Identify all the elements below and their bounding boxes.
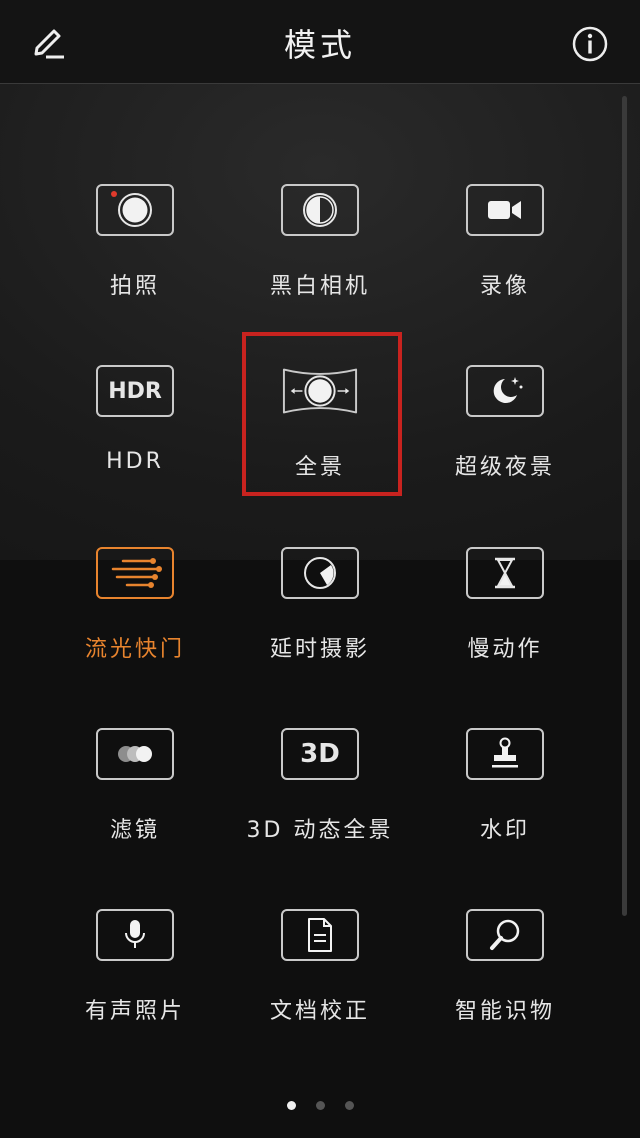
mode-object-recognition-icon-box [466, 909, 544, 961]
mode-label: 黑白相机 [269, 274, 370, 299]
mode-slow-motion[interactable]: 慢动作 [413, 547, 597, 677]
mode-label: 拍照 [109, 274, 160, 299]
mode-video[interactable]: 录像 [413, 184, 597, 314]
mode-slow-motion-icon-box [466, 547, 544, 599]
mode-super-night-icon-box [466, 365, 544, 417]
mode-light-trails-icon-box [96, 547, 174, 599]
mode-monochrome-icon-box [281, 184, 359, 236]
mode-super-night[interactable]: 超级夜景 [413, 365, 597, 495]
light-trails-icon [111, 558, 162, 588]
mode-label: 流光快门 [84, 637, 185, 662]
mode-hdr-icon-box: HDR [96, 365, 174, 417]
page-indicator [0, 1101, 640, 1115]
scrollbar[interactable] [622, 96, 627, 916]
mode-watermark[interactable]: 水印 [413, 728, 597, 858]
mode-photo[interactable]: 拍照 [43, 184, 227, 314]
timelapse-icon [304, 557, 336, 589]
mode-timelapse[interactable]: 延时摄影 [228, 547, 412, 677]
mode-label: 智能识物 [454, 999, 555, 1024]
mode-light-trails[interactable]: 流光快门 [43, 547, 227, 677]
mode-filter[interactable]: 滤镜 [43, 728, 227, 858]
night-moon-icon [493, 377, 523, 403]
hdr-icon: HDR [108, 378, 162, 404]
mode-label: 慢动作 [467, 637, 543, 662]
page-dot-1[interactable] [286, 1101, 296, 1110]
mode-watermark-icon-box [466, 728, 544, 780]
mode-filter-icon-box [96, 728, 174, 780]
mode-object-recognition[interactable]: 智能识物 [413, 909, 597, 1039]
watermark-stamp-icon [492, 737, 518, 768]
filter-icon [118, 746, 152, 762]
mode-document-correction-icon-box [281, 909, 359, 961]
mode-video-icon-box [466, 184, 544, 236]
mode-audio-photo-icon-box [96, 909, 174, 961]
mode-label: 水印 [479, 818, 530, 843]
camera-shutter-icon [111, 191, 152, 227]
mode-monochrome[interactable]: 黑白相机 [228, 184, 412, 314]
mode-hdr[interactable]: HDR HDR [43, 365, 227, 495]
mode-grid: 拍照 黑白相机 录像 HDR HDR 全景 超级夜景 流光快门 延时摄影 慢动作… [0, 0, 640, 1138]
mode-audio-photo[interactable]: 有声照片 [43, 909, 227, 1039]
monochrome-icon [303, 193, 337, 227]
microphone-icon [125, 920, 145, 948]
page-dot-2[interactable] [315, 1101, 325, 1110]
mode-label: 文档校正 [269, 999, 370, 1024]
mode-label: 3D 动态全景 [246, 818, 394, 843]
mode-3d-panorama-icon-box: 3D [281, 728, 359, 780]
mode-label: 录像 [479, 274, 530, 299]
mode-label: 滤镜 [109, 818, 160, 843]
page-dot-3[interactable] [344, 1101, 354, 1110]
mode-document-correction[interactable]: 文档校正 [228, 909, 412, 1039]
mode-label: 延时摄影 [269, 637, 370, 662]
hourglass-icon [495, 557, 515, 589]
highlight-box [242, 332, 402, 496]
magnifier-icon [490, 919, 520, 950]
document-icon [308, 918, 332, 952]
mode-label: 超级夜景 [454, 455, 555, 480]
3d-icon: 3D [300, 739, 340, 769]
mode-label: HDR [106, 449, 164, 474]
mode-label: 有声照片 [84, 999, 185, 1024]
mode-timelapse-icon-box [281, 547, 359, 599]
video-camera-icon [488, 201, 521, 219]
mode-3d-panorama[interactable]: 3D 3D 动态全景 [228, 728, 412, 858]
mode-photo-icon-box [96, 184, 174, 236]
